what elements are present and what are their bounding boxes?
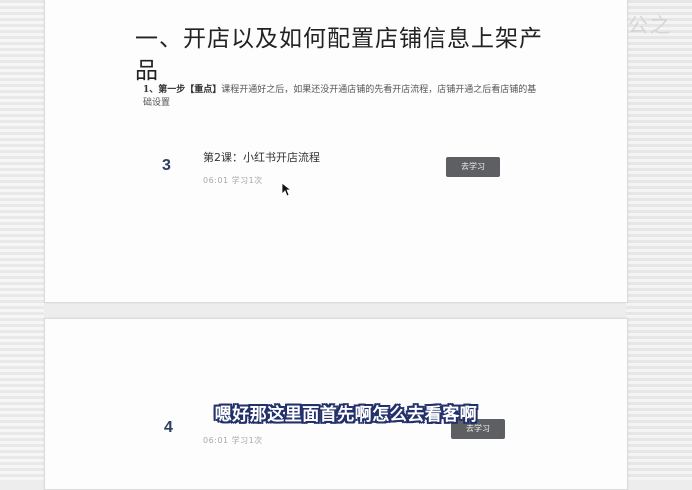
lesson-number: 3 (162, 157, 171, 174)
document-page-1: 一、开店以及如何配置店铺信息上架产品 1、第一步【重点】课程开通好之后，如果还没… (44, 0, 628, 303)
lesson-title[interactable]: 第2课：小红书开店流程 (203, 149, 320, 165)
ghost-side-text: 公之 (628, 13, 672, 37)
step-prefix: 1、第一步【重点】 (143, 85, 222, 95)
lesson-meta: 06:01 学习1次 (203, 436, 263, 445)
step-instruction: 1、第一步【重点】课程开通好之后，如果还没开通店铺的先看开店流程，店铺开通之后看… (143, 84, 543, 110)
lesson-meta: 06:01 学习1次 (203, 176, 263, 185)
move-cursor-icon (281, 182, 293, 197)
study-button[interactable]: 去学习 (446, 157, 500, 177)
page-title: 一、开店以及如何配置店铺信息上架产品 (135, 26, 543, 84)
video-subtitle: 嗯好那这里面首先啊怎么去看客啊 (214, 405, 478, 425)
